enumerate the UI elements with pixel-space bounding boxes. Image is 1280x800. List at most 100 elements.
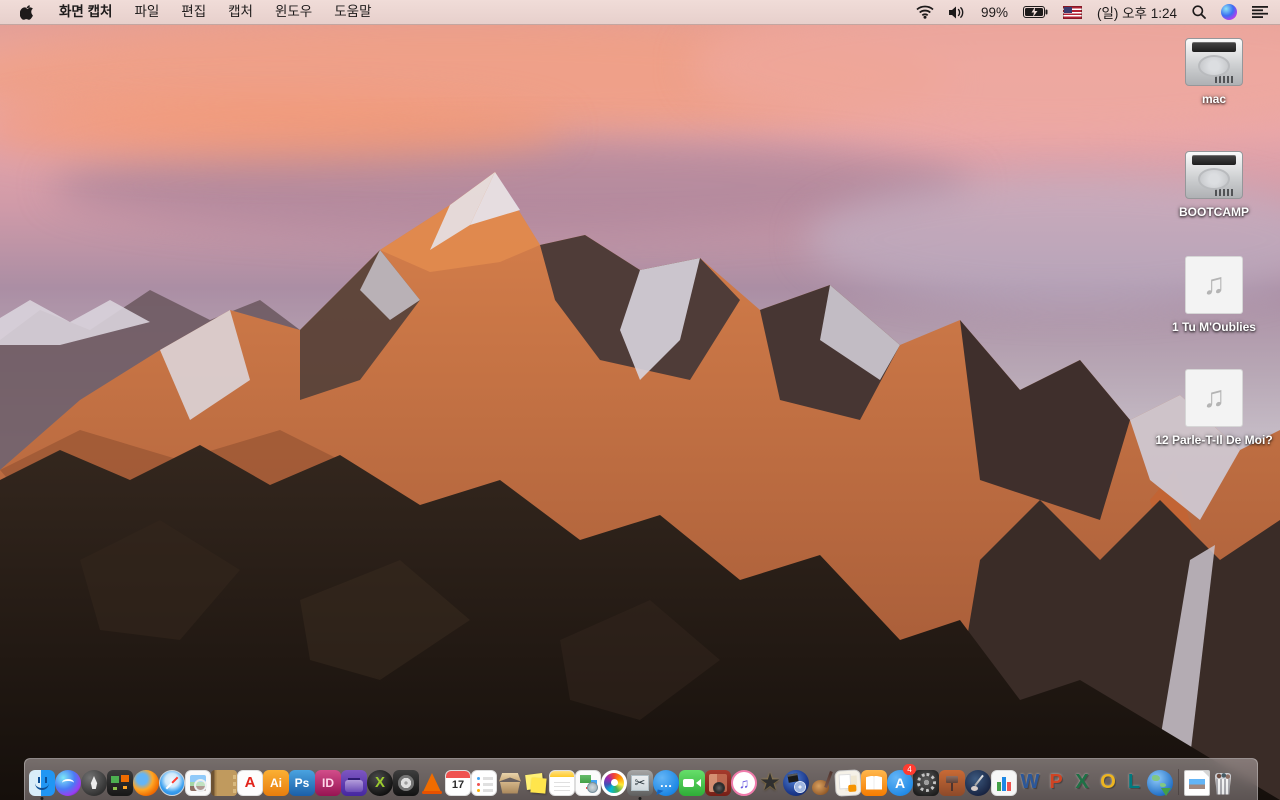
contacts-dock-icon[interactable] — [211, 767, 237, 798]
icon-glyph: Ai — [270, 775, 282, 790]
app-store-dock-icon[interactable]: A4 — [887, 764, 916, 798]
pages-icon — [965, 769, 991, 796]
lync-icon: L — [1121, 770, 1147, 796]
notification-center-icon[interactable] — [1252, 6, 1268, 18]
mission-control-icon — [107, 769, 133, 796]
calendar-icon: 17 — [445, 769, 471, 796]
installer-doc-dock-icon[interactable] — [575, 767, 601, 798]
word-dock-icon[interactable]: W — [1017, 767, 1043, 798]
desktop-icon-mac-disk[interactable]: mac — [1154, 38, 1274, 106]
icon-glyph: … — [659, 775, 673, 790]
lync-dock-icon[interactable]: L — [1121, 767, 1147, 798]
web-downloader-dock-icon[interactable] — [1147, 767, 1173, 798]
system-preferences-dock-icon[interactable] — [913, 767, 939, 798]
mission-control-dock-icon[interactable] — [107, 767, 133, 798]
stickies-dock-icon[interactable] — [523, 767, 549, 798]
illustrator-dock-icon[interactable]: Ai — [263, 767, 289, 798]
input-source-us-flag-icon[interactable] — [1062, 5, 1082, 19]
photos-dock-icon[interactable] — [601, 767, 627, 798]
firefox-dock-icon[interactable] — [133, 767, 159, 798]
trash-dock-icon[interactable] — [1210, 767, 1236, 798]
menu-file[interactable]: 파일 — [123, 0, 170, 24]
launchpad-dock-icon[interactable] — [81, 767, 107, 798]
toast-dock-icon[interactable] — [341, 767, 367, 798]
reminders-dock-icon[interactable] — [471, 767, 497, 798]
illustrator-icon: Ai — [263, 769, 289, 796]
imovie-dock-icon[interactable]: ★ — [757, 767, 783, 798]
vlc-dock-icon[interactable] — [419, 767, 445, 798]
idvd-icon — [783, 769, 809, 796]
battery-charging-icon[interactable] — [1022, 6, 1048, 18]
desktop-icon-audio-file-2[interactable]: ♫ 12 Parle-T-Il De Moi? — [1154, 369, 1274, 447]
facetime-dock-icon[interactable] — [679, 767, 705, 798]
audio-file-icon: ♫ — [1185, 369, 1243, 427]
menu-capture[interactable]: 캡처 — [217, 0, 264, 24]
outlook-icon: O — [1095, 770, 1121, 796]
powerpoint-dock-icon[interactable]: P — [1043, 767, 1069, 798]
menu-window[interactable]: 윈도우 — [264, 0, 323, 24]
acrobat-dock-icon[interactable]: A — [237, 767, 263, 798]
hard-drive-icon — [1185, 151, 1243, 199]
facetime-icon — [679, 769, 705, 796]
ibooks-dock-icon[interactable] — [861, 767, 887, 798]
menu-help[interactable]: 도움말 — [323, 0, 382, 24]
sierra-mountain-wallpaper — [0, 172, 1280, 800]
menu-bar-clock[interactable]: (일) 오후 1:24 — [1097, 2, 1177, 22]
image-file-dock-icon[interactable] — [1184, 767, 1210, 798]
hard-drive-icon — [1185, 38, 1243, 86]
keynote-dock-icon[interactable] — [939, 767, 965, 798]
grab-dock-icon[interactable]: ✂ — [627, 767, 653, 800]
preview-dock-icon[interactable] — [185, 767, 211, 798]
apple-menu[interactable] — [16, 0, 48, 24]
photo-booth-dock-icon[interactable] — [705, 767, 731, 798]
media-x-dock-icon[interactable]: X — [367, 767, 393, 798]
collage-app-dock-icon[interactable] — [834, 767, 862, 798]
archive-box-dock-icon[interactable] — [497, 767, 523, 798]
word-icon: W — [1017, 770, 1043, 796]
powerpoint-icon: P — [1043, 770, 1069, 796]
pages-dock-icon[interactable] — [965, 767, 991, 798]
siri-dock-icon[interactable] — [55, 767, 81, 798]
spotlight-search-icon[interactable] — [1192, 5, 1206, 19]
icon-glyph: ♫ — [738, 774, 750, 791]
image-file-icon — [1184, 769, 1210, 796]
desktop-icon-bootcamp-disk[interactable]: BOOTCAMP — [1154, 151, 1274, 219]
icon-glyph: ID — [322, 775, 334, 790]
ibooks-icon — [861, 769, 887, 796]
drive-vents — [1215, 189, 1233, 196]
wifi-icon[interactable] — [916, 5, 934, 19]
notes-dock-icon[interactable] — [549, 767, 575, 798]
launchpad-icon — [81, 769, 107, 796]
contacts-icon — [211, 769, 237, 796]
siri-icon[interactable] — [1221, 4, 1237, 20]
desktop-icon-audio-file-1[interactable]: ♫ 1 Tu M'Oublies — [1154, 256, 1274, 334]
finder-dock-icon[interactable] — [29, 767, 55, 800]
disk-tool-dock-icon[interactable] — [393, 767, 419, 798]
media-x-icon: X — [367, 769, 393, 796]
garageband-icon — [809, 770, 835, 796]
dock-separator — [1178, 769, 1179, 795]
grab-icon: ✂ — [627, 769, 653, 796]
notes-icon — [549, 769, 575, 796]
excel-dock-icon[interactable]: X — [1069, 767, 1095, 798]
photoshop-dock-icon[interactable]: Ps — [289, 767, 315, 798]
outlook-dock-icon[interactable]: O — [1095, 767, 1121, 798]
safari-dock-icon[interactable] — [159, 767, 185, 798]
music-note-glyph: ♫ — [1202, 268, 1226, 301]
photos-icon — [601, 769, 627, 796]
itunes-dock-icon[interactable]: ♫ — [731, 767, 757, 798]
garageband-dock-icon[interactable] — [809, 767, 835, 798]
drive-vents — [1215, 76, 1233, 83]
volume-icon[interactable] — [948, 6, 966, 19]
messages-dock-icon[interactable]: … — [653, 767, 679, 798]
active-app-menu[interactable]: 화면 캡처 — [48, 0, 123, 24]
trash-icon — [1210, 770, 1236, 796]
icon-glyph: O — [1100, 771, 1116, 793]
calendar-dock-icon[interactable]: 17 — [445, 767, 471, 798]
indesign-dock-icon[interactable]: ID — [315, 767, 341, 798]
menu-edit[interactable]: 편집 — [170, 0, 217, 24]
icon-glyph: Ps — [294, 775, 310, 790]
desktop-background[interactable] — [0, 0, 1280, 800]
numbers-dock-icon[interactable] — [991, 767, 1017, 798]
idvd-dock-icon[interactable] — [783, 767, 809, 798]
